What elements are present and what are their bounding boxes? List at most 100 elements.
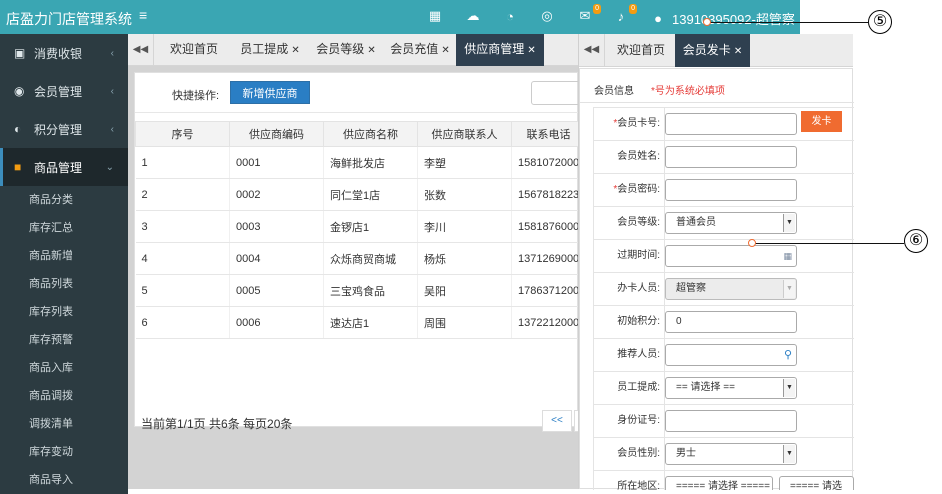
card-number-input[interactable] [665, 113, 797, 135]
column-header[interactable]: 序号 [135, 121, 230, 147]
field-initial-points: 初始积分: 0 [593, 305, 854, 338]
table-cell: 2 [135, 178, 230, 211]
field-label: 会员性别: [617, 448, 660, 459]
chevron-left-icon: ‹ [110, 123, 114, 135]
tab-welcome[interactable]: 欢迎首页 [160, 34, 228, 66]
tab-member-level[interactable]: 会员等级 ✕ [308, 34, 384, 66]
column-header[interactable]: 供应商编码 [229, 121, 324, 147]
id-number-input[interactable] [665, 410, 797, 432]
dashboard-icon[interactable]: ◎ [539, 8, 555, 24]
top-bar: 店盈力门店管理系统 ≡ ▦ ☁ ◔ ◎ ✉ 0 ♪ 0 ● 13910395092-… [0, 0, 800, 34]
expire-date-input[interactable]: ▦ [665, 245, 797, 267]
sidebar-item-label: 消费收银 [34, 46, 83, 61]
field-member-password: *会员密码: [593, 173, 854, 206]
sidebar-item-goods-management[interactable]: ■ 商品管理 ⌄ [0, 148, 128, 186]
tab-staff-commission[interactable]: 员工提成 ✕ [232, 34, 308, 66]
close-icon[interactable]: ✕ [367, 45, 375, 56]
table-cell: 杨烁 [417, 242, 512, 275]
table-row[interactable]: 5 0005 三宝鸡食品 吴阳 17863712000 [135, 274, 586, 307]
sidebar-subitem[interactable]: 库存预警 [0, 326, 128, 354]
column-header[interactable]: 联系电话 [511, 121, 586, 147]
field-referrer: 推荐人员: ⚲ [593, 338, 854, 371]
sidebar-subitem[interactable]: 调拨清单 [0, 410, 128, 438]
select-value: 超管察 [676, 283, 706, 294]
table-row[interactable]: 4 0004 众烁商贸商城 杨烁 13712690000 [135, 242, 586, 275]
sidebar-subitem[interactable]: 商品分类 [0, 186, 128, 214]
table-row[interactable]: 6 0006 速达店1 周围 13722120000 [135, 306, 586, 339]
tab-scroll-left-icon[interactable]: ◀◀ [579, 34, 605, 67]
region-province-select[interactable]: ===== 请选择 ===== [665, 476, 773, 490]
dropdown-arrow-icon[interactable]: ▼ [783, 214, 795, 232]
tab-supplier-management[interactable]: 供应商管理 ✕ [456, 34, 544, 66]
search-icon[interactable]: ⚲ [784, 345, 792, 365]
field-id-number: 身份证号: [593, 404, 854, 437]
sidebar-subitem[interactable]: 库存汇总 [0, 214, 128, 242]
region-city-select[interactable]: ===== 请选 [779, 476, 854, 490]
menu-toggle-icon[interactable]: ≡ [139, 7, 147, 23]
table-cell: 吴阳 [417, 274, 512, 307]
member-level-select[interactable]: 普通会员 ▼ [665, 212, 797, 234]
initial-points-input[interactable]: 0 [665, 311, 797, 333]
cloud-download-icon[interactable]: ☁ [465, 8, 481, 24]
field-label: 会员姓名: [617, 151, 660, 162]
section-title: 会员信息 [594, 86, 634, 97]
pagination-prev-button[interactable]: << [542, 410, 572, 432]
add-supplier-button[interactable]: 新增供应商 [230, 81, 310, 104]
sidebar-subitem[interactable]: 商品入库 [0, 354, 128, 382]
close-icon[interactable]: ✕ [291, 45, 299, 56]
bell-icon[interactable]: ♪ 0 [613, 4, 637, 24]
close-icon[interactable]: ✕ [527, 45, 535, 56]
field-label: 会员卡号: [617, 118, 660, 129]
member-gender-select[interactable]: 男士 ▼ [665, 443, 797, 465]
member-password-input[interactable] [665, 179, 797, 201]
sidebar-subitem[interactable]: 库存变动 [0, 438, 128, 466]
column-header[interactable]: 供应商名称 [323, 121, 418, 147]
table-cell: 0006 [229, 306, 324, 339]
sidebar-subitem[interactable]: 商品新增 [0, 242, 128, 270]
dropdown-arrow-icon[interactable]: ▼ [783, 379, 795, 397]
required-note: *号为系统必填项 [651, 86, 725, 97]
sidebar-subitem[interactable]: 商品列表 [0, 270, 128, 298]
tab-scroll-left-icon[interactable]: ◀◀ [128, 34, 154, 66]
member-name-input[interactable] [665, 146, 797, 168]
close-icon[interactable]: ✕ [734, 46, 742, 57]
chevron-down-icon: ⌄ [105, 161, 114, 173]
mail-icon[interactable]: ✉ 0 [577, 4, 601, 24]
tab-member-recharge[interactable]: 会员充值 ✕ [384, 34, 456, 66]
table-cell: 0005 [229, 274, 324, 307]
chart-icon[interactable]: ◔ [502, 8, 518, 24]
sidebar-item-member-management[interactable]: ◉ 会员管理 ‹ [0, 72, 128, 110]
table-row[interactable]: 3 0003 金锣店1 李川 15818760000 [135, 210, 586, 243]
sidebar-item-consume-cashier[interactable]: ▣ 消费收银 ‹ [0, 34, 128, 72]
tab-label: 欢迎首页 [616, 43, 665, 57]
sidebar-subitem[interactable]: 商品调拨 [0, 382, 128, 410]
table-cell: 15678182232 [511, 178, 586, 211]
callout-six: ⑥ [904, 229, 928, 253]
user-menu[interactable]: ● 13910395092-超管察 [650, 9, 795, 28]
callout-dot [748, 239, 756, 247]
field-member-gender: 会员性别: 男士 ▼ [593, 437, 854, 470]
staff-commission-select[interactable]: == 请选择 == ▼ [665, 377, 797, 399]
sidebar-subitem[interactable]: 商品导入 [0, 466, 128, 494]
field-label: 会员密码: [617, 184, 660, 195]
sidebar-item-points-management[interactable]: ◐ 积分管理 ‹ [0, 110, 128, 148]
field-label: 推荐人员: [617, 349, 660, 360]
dropdown-arrow-icon[interactable]: ▼ [783, 445, 795, 463]
table-cell: 3 [135, 210, 230, 243]
close-icon[interactable]: ✕ [441, 45, 449, 56]
calendar-icon[interactable]: ▦ [783, 246, 792, 266]
table-row[interactable]: 2 0002 同仁堂1店 张数 15678182232 [135, 178, 586, 211]
field-card-number: *会员卡号: 发卡 [593, 107, 854, 140]
tab-welcome[interactable]: 欢迎首页 [611, 34, 671, 67]
dropdown-arrow-icon: ▼ [783, 280, 795, 298]
sidebar-subitem[interactable]: 库存列表 [0, 298, 128, 326]
tab-member-card-issue[interactable]: 会员发卡 ✕ [675, 34, 750, 67]
table-row[interactable]: 1 0001 海鲜批发店 李塑 15810720000 [135, 146, 586, 179]
points-icon: ◐ [14, 122, 22, 136]
column-header[interactable]: 供应商联系人 [417, 121, 512, 147]
referrer-input[interactable]: ⚲ [665, 344, 797, 366]
grid-icon[interactable]: ▦ [427, 8, 443, 24]
issue-card-button[interactable]: 发卡 [801, 111, 842, 132]
chevron-left-icon: ‹ [110, 47, 114, 59]
quick-actions: 快捷操作: 新增供应商 [135, 73, 591, 113]
